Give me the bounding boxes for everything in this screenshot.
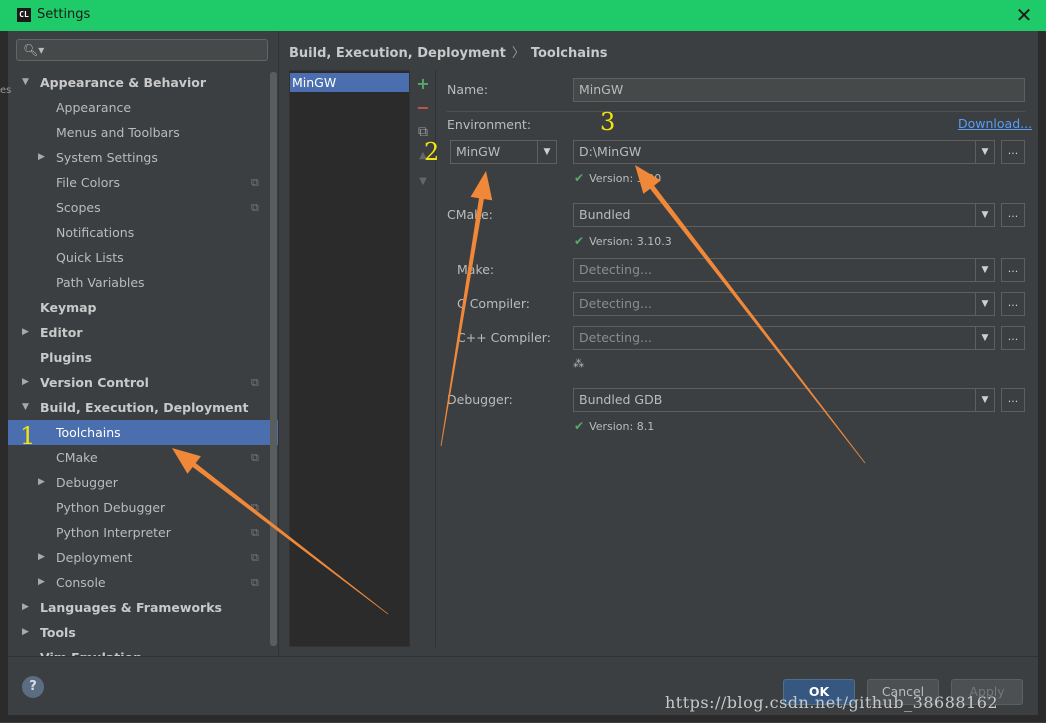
watermark: https://blog.csdn.net/github_38688162 bbox=[665, 693, 999, 712]
annotation-arrow-2 bbox=[440, 171, 493, 447]
annotation-arrow-3 bbox=[635, 165, 866, 464]
annotation-number-2: 2 bbox=[424, 138, 440, 166]
annotation-number-3: 3 bbox=[600, 108, 616, 136]
annotation-arrows bbox=[172, 165, 866, 615]
annotation-arrow-1 bbox=[172, 448, 389, 615]
annotation-number-1: 1 bbox=[20, 422, 36, 450]
